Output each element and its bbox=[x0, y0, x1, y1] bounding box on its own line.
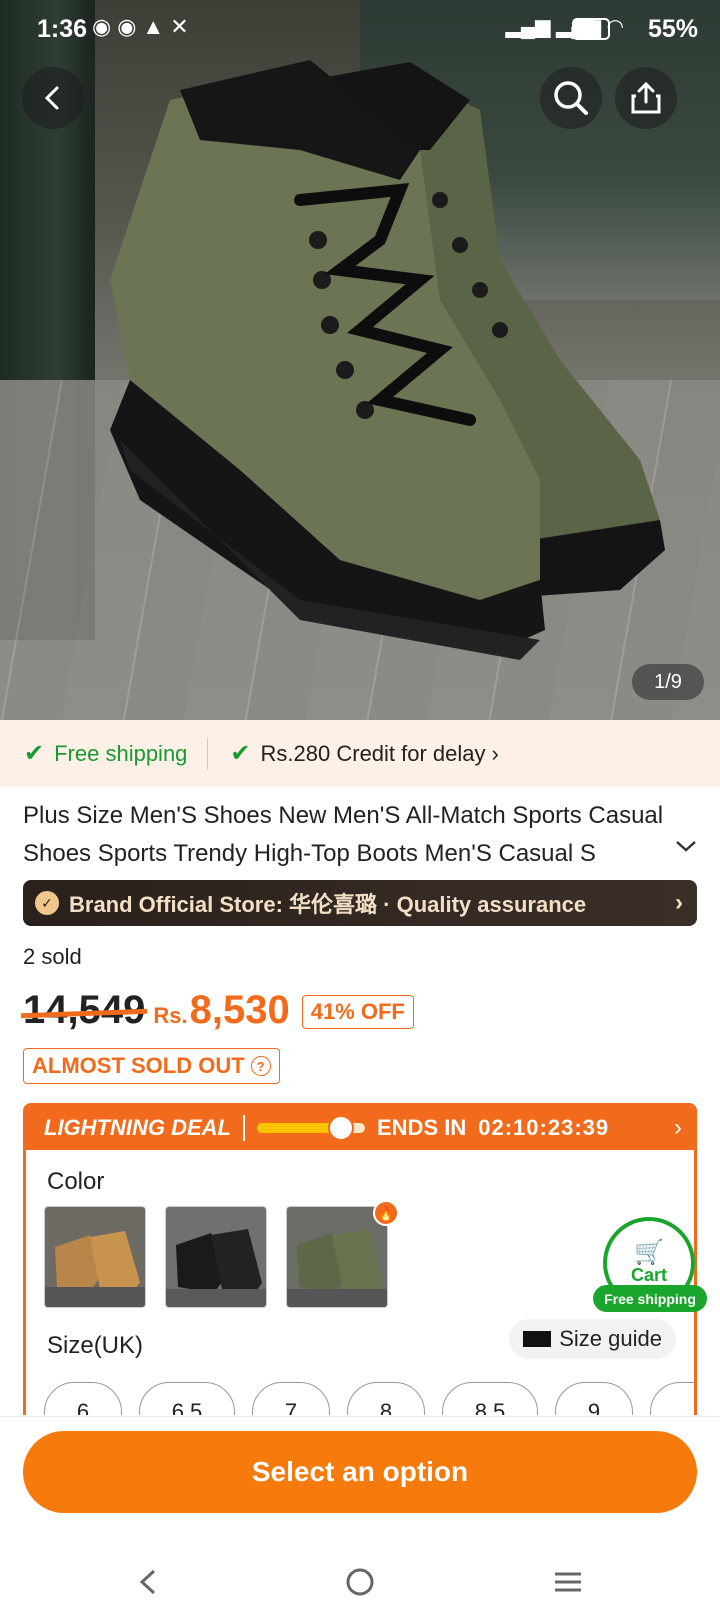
fire-icon: 🔥 bbox=[373, 1200, 399, 1226]
system-nav-bar bbox=[0, 1557, 720, 1612]
whatsapp-icon: ◉ bbox=[92, 14, 118, 39]
notification-icons: ◉◉▲✕ bbox=[92, 14, 195, 40]
status-time: 1:36 bbox=[37, 15, 88, 43]
delay-credit-info[interactable]: ✔ Rs.280 Credit for delay › bbox=[208, 739, 498, 768]
product-title-line2: Shoes Sports Trendy High-Top Boots Men'S… bbox=[23, 840, 596, 867]
original-price: 14,549 bbox=[23, 988, 146, 1032]
size-guide-label: Size guide bbox=[559, 1326, 662, 1351]
sold-count: 2 sold bbox=[23, 944, 82, 969]
clock-icon bbox=[328, 1115, 355, 1141]
size-option-partial[interactable] bbox=[650, 1382, 694, 1415]
share-button[interactable] bbox=[615, 67, 677, 129]
chevron-down-icon[interactable] bbox=[674, 838, 698, 854]
almost-sold-out-badge[interactable]: ALMOST SOLD OUT ? bbox=[23, 1048, 280, 1084]
select-option-button[interactable]: Select an option bbox=[23, 1431, 697, 1513]
shipping-bar[interactable]: ✔ Free shipping ✔ Rs.280 Credit for dela… bbox=[0, 720, 720, 787]
ruler-icon bbox=[523, 1331, 552, 1347]
search-button[interactable] bbox=[540, 67, 602, 129]
color-option-tan[interactable] bbox=[44, 1206, 146, 1308]
back-button[interactable] bbox=[22, 67, 84, 129]
price-row: 14,549 Rs. 8,530 41% OFF bbox=[23, 988, 414, 1038]
bottom-bar: Select an option bbox=[0, 1416, 720, 1612]
check-icon: ✔ bbox=[24, 740, 45, 767]
search-icon bbox=[554, 81, 588, 115]
cart-free-shipping-badge: Free shipping bbox=[593, 1285, 707, 1312]
whatsapp-icon: ◉ bbox=[117, 14, 143, 39]
image-counter: 1/9 bbox=[632, 664, 704, 700]
color-option-black[interactable] bbox=[165, 1206, 267, 1308]
brand-store-label: Brand Official Store: 华伦喜璐 · Quality ass… bbox=[69, 892, 587, 917]
delay-credit-label: Rs.280 Credit for delay bbox=[260, 740, 486, 766]
help-icon: ? bbox=[250, 1056, 271, 1076]
lightning-deal-label: LIGHTNING DEAL bbox=[44, 1115, 231, 1140]
size-option[interactable]: 8.5 bbox=[442, 1382, 538, 1415]
sale-price: 8,530 bbox=[189, 988, 290, 1032]
battery-icon bbox=[572, 18, 610, 40]
lightning-deal-panel: LIGHTNING DEAL ENDS IN 02:10:23:39 › Col… bbox=[23, 1103, 697, 1415]
almost-sold-out-label: ALMOST SOLD OUT bbox=[32, 1053, 245, 1078]
back-icon bbox=[44, 86, 59, 110]
size-option[interactable]: 8 bbox=[347, 1382, 425, 1415]
brand-store-banner[interactable]: ✓ Brand Official Store: 华伦喜璐 · Quality a… bbox=[23, 880, 697, 926]
product-title[interactable]: Plus Size Men'S Shoes New Men'S All-Matc… bbox=[23, 797, 673, 873]
currency: Rs. bbox=[153, 1003, 188, 1028]
discount-badge: 41% OFF bbox=[301, 995, 414, 1029]
product-photo bbox=[110, 60, 665, 660]
x-icon: ✕ bbox=[170, 14, 195, 39]
size-option[interactable]: 7 bbox=[252, 1382, 330, 1415]
status-bar: 1:36 ◉◉▲✕ ▂▄▆ ▂▄▆ ◠ 55% bbox=[0, 0, 720, 58]
cart-icon: 🛒 bbox=[634, 1238, 664, 1266]
color-option-green[interactable] bbox=[286, 1206, 388, 1308]
nav-home-icon[interactable] bbox=[344, 1565, 376, 1599]
free-shipping-label: Free shipping bbox=[54, 740, 188, 766]
divider bbox=[243, 1115, 245, 1141]
size-guide-button[interactable]: Size guide bbox=[509, 1319, 676, 1359]
4g-signal-icon: ▂▄▆ bbox=[505, 16, 551, 38]
color-label: Color bbox=[47, 1168, 105, 1195]
product-image-gallery[interactable] bbox=[0, 0, 720, 720]
cart-label: Cart bbox=[630, 1264, 667, 1285]
deal-countdown: 02:10:23:39 bbox=[478, 1115, 610, 1140]
nav-back-icon[interactable] bbox=[134, 1565, 162, 1599]
chevron-right-icon: › bbox=[491, 740, 499, 766]
size-option[interactable]: 6 bbox=[44, 1382, 122, 1415]
chevron-right-icon: › bbox=[674, 1114, 682, 1141]
share-icon bbox=[631, 81, 661, 114]
size-label: Size(UK) bbox=[47, 1332, 144, 1359]
chevron-right-icon: › bbox=[675, 889, 683, 916]
size-option[interactable]: 9 bbox=[555, 1382, 633, 1415]
lightning-deal-header[interactable]: LIGHTNING DEAL ENDS IN 02:10:23:39 › bbox=[26, 1106, 694, 1150]
verified-badge-icon: ✓ bbox=[35, 891, 59, 915]
nav-menu-icon[interactable] bbox=[552, 1565, 584, 1599]
ends-in-label: ENDS IN bbox=[377, 1115, 467, 1140]
size-option[interactable]: 6.5 bbox=[139, 1382, 235, 1415]
deal-progress-bar bbox=[257, 1115, 365, 1141]
check-icon: ✔ bbox=[230, 740, 251, 767]
free-shipping-info[interactable]: ✔ Free shipping bbox=[0, 739, 207, 768]
product-title-line1: Plus Size Men'S Shoes New Men'S All-Matc… bbox=[23, 802, 664, 829]
warning-icon: ▲ bbox=[142, 14, 171, 39]
battery-percent: 55% bbox=[647, 15, 698, 43]
